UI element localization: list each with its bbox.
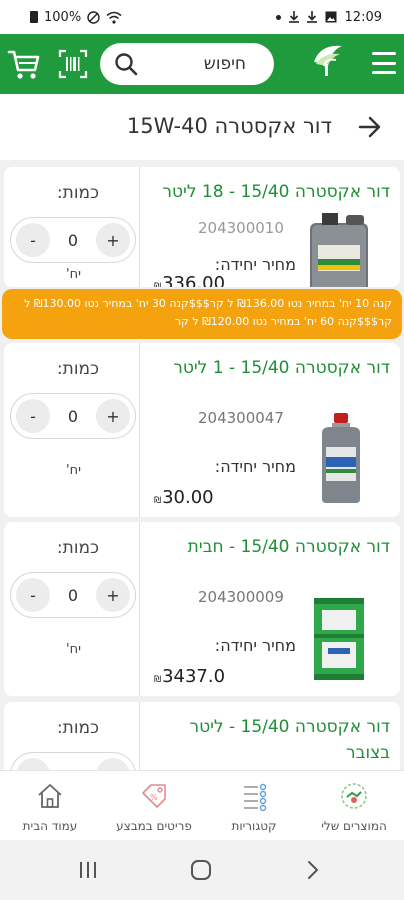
- home-icon: [38, 784, 62, 808]
- home-button-icon[interactable]: [190, 859, 212, 881]
- product-price: ₪3437.0: [154, 666, 226, 687]
- hamburger-menu-button[interactable]: [372, 52, 396, 74]
- product-price: ₪336.00: [154, 273, 226, 287]
- product-title[interactable]: דור אקסטרה 15/40 - 1 ליטר: [150, 355, 390, 381]
- categories-icon: [244, 783, 267, 811]
- status-bar: 100% 12:09: [0, 0, 404, 34]
- product-image[interactable]: [304, 413, 374, 503]
- bottom-navigation: המוצרים שלי קטגוריות % פריטים במבצע עמוד…: [0, 770, 404, 840]
- decrement-button[interactable]: -: [16, 578, 50, 612]
- battery-percent: 100%: [44, 9, 82, 25]
- quantity-value[interactable]: 0: [68, 586, 78, 605]
- download-icon: [306, 11, 317, 23]
- quantity-value[interactable]: 0: [68, 407, 78, 426]
- unit-label: יח': [66, 642, 81, 657]
- increment-button[interactable]: +: [96, 758, 130, 770]
- status-right: 12:09: [275, 9, 382, 25]
- back-chevron-icon[interactable]: [306, 860, 320, 880]
- unit-label: יח': [66, 463, 81, 478]
- quantity-stepper[interactable]: - +: [10, 752, 136, 770]
- search-icon: [115, 53, 138, 76]
- barcode-scanner-icon: [58, 49, 88, 79]
- arrow-right-icon: [358, 116, 381, 138]
- product-sku: 204300009: [198, 588, 284, 606]
- nav-on-sale[interactable]: % פריטים במבצע: [104, 781, 204, 833]
- product-sku: 204300010: [198, 219, 284, 237]
- search-input[interactable]: חיפוש: [100, 43, 274, 85]
- quantity-section: כמות: - +: [4, 702, 140, 770]
- quantity-section: כמות: - 0 + יח': [4, 343, 140, 517]
- product-price: ₪30.00: [154, 487, 214, 508]
- app-header: חיפוש: [0, 34, 404, 94]
- menu-line: [372, 52, 396, 55]
- menu-line: [372, 71, 396, 74]
- nav-label: עמוד הבית: [22, 819, 78, 833]
- increment-button[interactable]: +: [96, 578, 130, 612]
- clock: 12:09: [344, 9, 382, 25]
- logo-icon: [314, 45, 342, 76]
- increment-button[interactable]: +: [96, 399, 130, 433]
- download-icon: [288, 11, 299, 23]
- battery-icon: [30, 11, 38, 23]
- quantity-section: כמות: - 0 + יח': [4, 167, 140, 287]
- back-button[interactable]: [358, 116, 382, 138]
- unit-label: יח': [66, 267, 81, 282]
- page-header: דור אקסטרה 15W-40: [0, 94, 404, 160]
- quantity-label: כמות:: [56, 359, 99, 379]
- product-title[interactable]: דור אקסטרה 15/40 - חבית: [150, 534, 390, 560]
- cart-icon: [7, 50, 40, 79]
- product-image[interactable]: [304, 594, 374, 684]
- promo-banner[interactable]: קנה 10 יח' במחיר נטו ₪136.00 ל קר$$$קנה …: [2, 289, 402, 339]
- product-sku: 204300047: [198, 409, 284, 427]
- sale-tag-icon: %: [142, 784, 166, 808]
- quantity-value[interactable]: 0: [68, 231, 78, 250]
- nav-label: המוצרים שלי: [321, 819, 387, 833]
- nav-label: קטגוריות: [231, 819, 277, 833]
- product-title[interactable]: דור אקסטרה 15/40 - ליטר בצובר: [150, 714, 390, 766]
- quantity-label: כמות:: [56, 718, 99, 738]
- decrement-button[interactable]: -: [16, 399, 50, 433]
- search-placeholder: חיפוש: [203, 54, 246, 74]
- quantity-label: כמות:: [56, 538, 99, 558]
- product-list[interactable]: כמות: - 0 + יח' דור אקסטרה 15/40 - 18 לי…: [0, 160, 404, 770]
- image-icon: [325, 11, 337, 23]
- unit-price-label: מחיר יחידה:: [214, 636, 296, 655]
- quantity-stepper[interactable]: - 0 +: [10, 572, 136, 618]
- svg-text:%: %: [150, 793, 158, 802]
- nav-home[interactable]: עמוד הבית: [0, 781, 100, 833]
- product-card[interactable]: כמות: - 0 + יח' דור אקסטרה 15/40 - 1 ליט…: [4, 343, 400, 517]
- barcode-scan-button[interactable]: [58, 49, 88, 79]
- decrement-button[interactable]: -: [16, 223, 50, 257]
- product-image[interactable]: [304, 209, 374, 287]
- my-products-icon: [341, 783, 367, 809]
- cart-button[interactable]: [6, 46, 42, 82]
- recent-apps-icon[interactable]: [78, 860, 98, 880]
- status-left: 100%: [30, 10, 122, 25]
- quantity-stepper[interactable]: - 0 +: [10, 217, 136, 263]
- system-navigation-bar: [0, 840, 404, 900]
- decrement-button[interactable]: -: [16, 758, 50, 770]
- product-card[interactable]: כמות: - 0 + יח' דור אקסטרה 15/40 - חבית …: [4, 522, 400, 696]
- brand-logo[interactable]: [306, 40, 350, 88]
- do-not-disturb-icon: [87, 10, 100, 24]
- product-card[interactable]: כמות: - + דור אקסטרה 15/40 - ליטר בצובר: [4, 702, 400, 770]
- unit-price-label: מחיר יחידה:: [214, 255, 296, 274]
- nav-categories[interactable]: קטגוריות: [204, 781, 304, 833]
- unit-price-label: מחיר יחידה:: [214, 457, 296, 476]
- quantity-label: כמות:: [56, 183, 99, 203]
- quantity-stepper[interactable]: - 0 +: [10, 393, 136, 439]
- product-title[interactable]: דור אקסטרה 15/40 - 18 ליטר: [150, 179, 390, 205]
- wifi-icon: [106, 11, 122, 24]
- nav-my-products[interactable]: המוצרים שלי: [304, 781, 404, 833]
- menu-line: [372, 61, 396, 65]
- page-title: דור אקסטרה 15W-40: [126, 114, 332, 138]
- product-card[interactable]: כמות: - 0 + יח' דור אקסטרה 15/40 - 18 לי…: [4, 167, 400, 287]
- quantity-section: כמות: - 0 + יח': [4, 522, 140, 696]
- notification-dot-icon: [275, 14, 281, 20]
- increment-button[interactable]: +: [96, 223, 130, 257]
- nav-label: פריטים במבצע: [116, 819, 192, 833]
